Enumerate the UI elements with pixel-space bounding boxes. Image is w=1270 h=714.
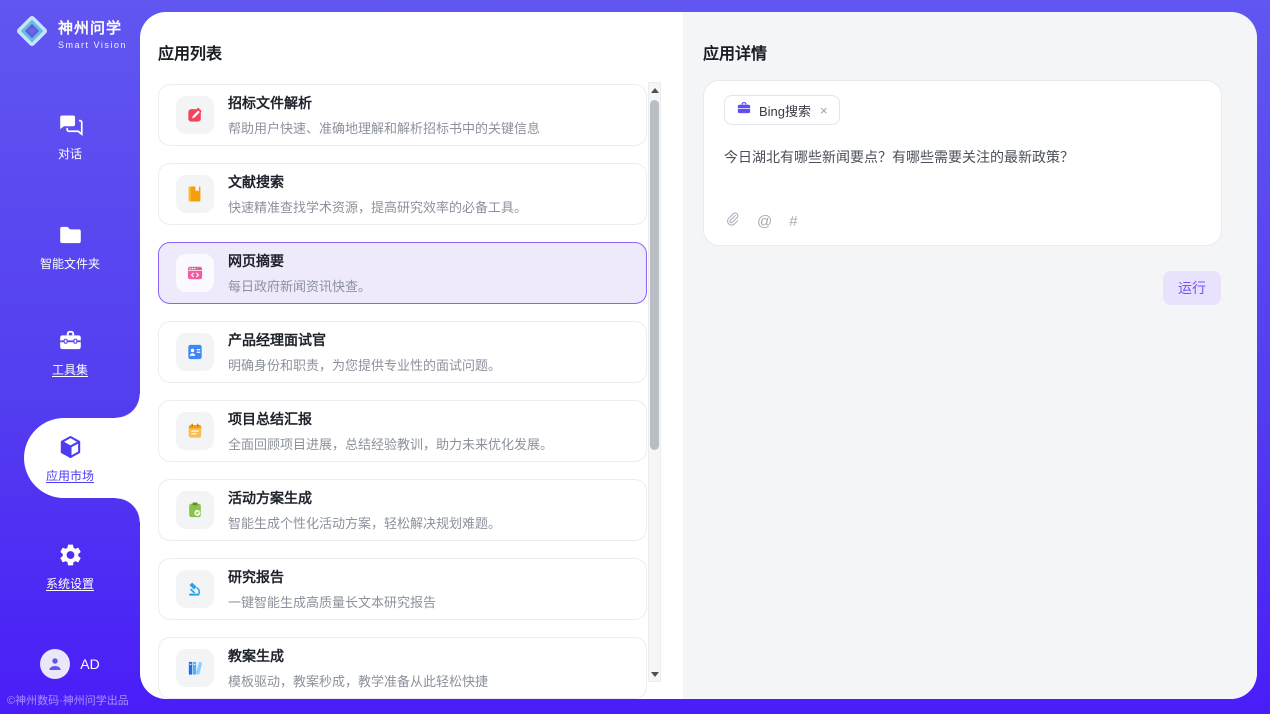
app-detail-panel: 应用详情 Bing搜索 × 今日湖北有哪些新闻要点？有哪些需要关注的最新政策？ (683, 12, 1257, 699)
cube-icon (0, 434, 140, 460)
list-item-web-summary[interactable]: 网页摘要 每日政府新闻资讯快查。 (158, 242, 647, 304)
sidebar-item-app-market[interactable]: 应用市场 (0, 434, 140, 484)
brand-name: 神州问学 (58, 20, 122, 37)
app-title: 研究报告 (228, 567, 436, 587)
app-desc: 帮助用户快速、准确地理解和解析招标书中的关键信息 (228, 118, 540, 137)
app-desc: 每日政府新闻资讯快查。 (228, 276, 371, 295)
scroll-up-arrow[interactable] (649, 83, 660, 97)
attach-toolbar: @ # (724, 210, 798, 232)
toolbox-icon (0, 328, 140, 354)
brand-logo: 神州问学 Smart Vision (14, 13, 127, 54)
sidebar-item-label: 对话 (0, 145, 140, 162)
list-item-tender-analysis[interactable]: 招标文件解析 帮助用户快速、准确地理解和解析招标书中的关键信息 (158, 84, 647, 146)
resume-icon (176, 333, 214, 371)
list-scrollbar[interactable] (648, 82, 661, 682)
prompt-input[interactable]: 今日湖北有哪些新闻要点？有哪些需要关注的最新政策？ (724, 147, 1201, 167)
app-desc: 明确身份和职责，为您提供专业性的面试问题。 (228, 355, 501, 374)
list-item-literature-search[interactable]: 文献搜索 快速精准查找学术资源，提高研究效率的必备工具。 (158, 163, 647, 225)
sidebar-item-smart-folder[interactable]: 智能文件夹 (0, 222, 140, 272)
list-item-lesson-plan[interactable]: 教案生成 模板驱动，教案秒成，教学准备从此轻松快捷 (158, 637, 647, 699)
edit-square-icon (176, 96, 214, 134)
sidebar-item-label: 智能文件夹 (0, 255, 140, 272)
sidebar: 神州问学 Smart Vision 对话 智能文件夹 (0, 0, 140, 714)
run-button[interactable]: 运行 (1163, 271, 1221, 305)
tool-chip-label: Bing搜索 (759, 101, 811, 120)
list-item-project-summary[interactable]: 项目总结汇报 全面回顾项目进展，总结经验教训，助力未来优化发展。 (158, 400, 647, 462)
scroll-down-arrow[interactable] (649, 667, 660, 681)
app-desc: 智能生成个性化活动方案，轻松解决规划难题。 (228, 513, 501, 532)
paperclip-icon[interactable] (724, 210, 740, 232)
book-icon (176, 175, 214, 213)
briefcase-icon (736, 100, 752, 121)
sidebar-item-label: 系统设置 (0, 575, 140, 592)
brand-subtitle: Smart Vision (58, 40, 127, 50)
app-list: 招标文件解析 帮助用户快速、准确地理解和解析招标书中的关键信息 文献搜索 快速精… (158, 84, 647, 699)
list-item-research-report[interactable]: 研究报告 一键智能生成高质量长文本研究报告 (158, 558, 647, 620)
hash-icon[interactable]: # (789, 213, 797, 230)
app-desc: 全面回顾项目进展，总结经验教训，助力未来优化发展。 (228, 434, 553, 453)
sidebar-item-label: 工具集 (0, 361, 140, 378)
gear-icon (0, 542, 140, 568)
sidebar-item-settings[interactable]: 系统设置 (0, 542, 140, 592)
prompt-card: Bing搜索 × 今日湖北有哪些新闻要点？有哪些需要关注的最新政策？ @ # (703, 80, 1222, 246)
user-name: AD (80, 656, 99, 672)
list-item-event-plan[interactable]: 活动方案生成 智能生成个性化活动方案，轻松解决规划难题。 (158, 479, 647, 541)
app-title: 产品经理面试官 (228, 330, 501, 350)
app-title: 网页摘要 (228, 251, 371, 271)
folder-icon (0, 222, 140, 248)
app-desc: 一键智能生成高质量长文本研究报告 (228, 592, 436, 611)
avatar (40, 649, 70, 679)
chip-close-icon[interactable]: × (820, 103, 828, 118)
microscope-icon (176, 570, 214, 608)
copyright-footer: ©神州数码·神州问学出品 (7, 692, 129, 708)
books-icon (176, 649, 214, 687)
main-content: 应用列表 招标文件解析 帮助用户快速、准确地理解和解析招标书中的关键信息 (140, 12, 1257, 699)
sidebar-item-label: 应用市场 (0, 467, 140, 484)
app-desc: 模板驱动，教案秒成，教学准备从此轻松快捷 (228, 671, 488, 690)
clipboard-check-icon (176, 491, 214, 529)
app-title: 活动方案生成 (228, 488, 501, 508)
gem-logo-icon (14, 13, 50, 54)
list-item-pm-interviewer[interactable]: 产品经理面试官 明确身份和职责，为您提供专业性的面试问题。 (158, 321, 647, 383)
browser-code-icon (176, 254, 214, 292)
sidebar-item-chat[interactable]: 对话 (0, 112, 140, 162)
app-detail-title: 应用详情 (703, 40, 767, 64)
user-account[interactable]: AD (0, 649, 140, 679)
sidebar-item-toolset[interactable]: 工具集 (0, 328, 140, 378)
app-title: 项目总结汇报 (228, 409, 553, 429)
app-title: 教案生成 (228, 646, 488, 666)
chat-icon (0, 112, 140, 138)
tool-chip-bing-search[interactable]: Bing搜索 × (724, 95, 840, 125)
mention-icon[interactable]: @ (757, 213, 772, 230)
scroll-thumb[interactable] (650, 100, 659, 450)
app-title: 文献搜索 (228, 172, 527, 192)
app-list-title: 应用列表 (158, 40, 222, 64)
app-title: 招标文件解析 (228, 93, 540, 113)
calendar-note-icon (176, 412, 214, 450)
app-desc: 快速精准查找学术资源，提高研究效率的必备工具。 (228, 197, 527, 216)
